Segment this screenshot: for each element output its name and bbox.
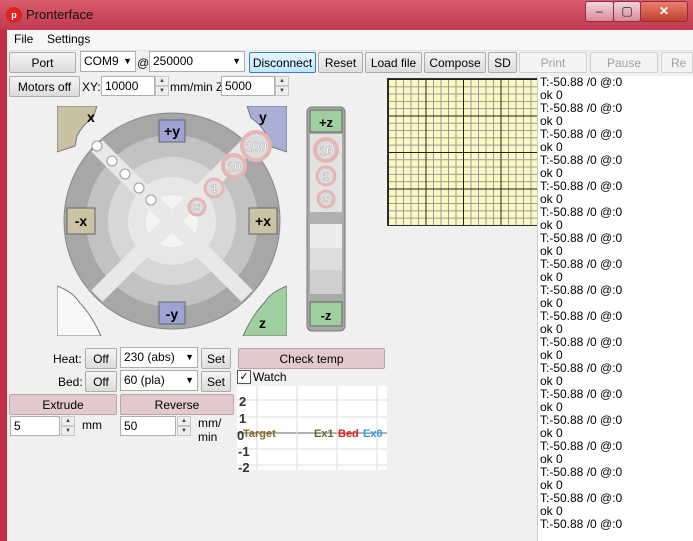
chevron-down-icon: ▼ [185,352,194,362]
step-0.1-label: 0.1 [191,203,203,212]
heat-label: Heat: [53,352,82,366]
extrude-feed-unit-2: min [198,430,218,444]
compose-button[interactable]: Compose [424,52,486,73]
watch-label: Watch [253,370,287,384]
at-label: @ [137,56,150,70]
minus-x-label: -x [75,213,88,229]
z-feed-input[interactable]: 5000 [221,76,275,96]
plus-x-label: +x [255,213,271,229]
legend-ex0: Ex0 [363,428,383,440]
bed-value: 60 (pla) [124,373,165,387]
z-step-10-label: 10 [319,144,333,158]
maximize-button[interactable]: ▢ [613,1,641,22]
baud-value: 250000 [153,54,194,68]
extrude-button[interactable]: Extrude [9,394,117,415]
temperature-graph: 2 1 0 -1 -2 Target Ex1 Bed Ex0 [237,386,387,475]
menu-settings[interactable]: Settings [47,32,90,46]
port-select[interactable]: COM9 ▼ [80,51,136,72]
z-feed-decrement[interactable]: ▼ [275,86,289,96]
heat-select[interactable]: 230 (abs) ▼ [120,347,198,368]
minus-z-label: -z [321,308,332,323]
title-bar: p Pronterface – ▢ ✕ [0,0,693,30]
window-title: Pronterface [26,7,94,22]
extrude-length-input[interactable]: 5 [10,416,60,436]
chevron-down-icon: ▼ [123,56,132,66]
heat-value: 230 (abs) [124,350,175,364]
step-1-label: 1 [211,183,217,195]
step-100-label: 100 [245,139,267,154]
plus-y-label: +y [164,123,180,139]
extrude-feed-increment[interactable]: ▲ [177,416,191,426]
load-file-button[interactable]: Load file [365,52,422,73]
z-feed-increment[interactable]: ▲ [275,76,289,86]
bed-select[interactable]: 60 (pla) ▼ [120,370,198,391]
reverse-button[interactable]: Reverse [120,394,234,415]
sd-button[interactable]: SD [488,52,517,73]
extrude-length-increment[interactable]: ▲ [61,416,75,426]
graph-target-label: Target [243,428,276,440]
xy-jog-control[interactable]: x y z +y -y -x +x 100 10 1 0.1 [57,106,287,336]
xy-feed-input[interactable]: 10000 [101,76,155,96]
bed-label: Bed: [58,375,83,389]
home-x-label: x [87,109,95,125]
menu-file[interactable]: File [14,32,33,46]
home-y-label: y [259,109,267,125]
check-temp-button[interactable]: Check temp [238,348,385,369]
graph-tick-2: 2 [239,394,247,409]
minus-y-label: -y [166,306,179,322]
reset-button[interactable]: Reset [318,52,363,73]
print-bed-grid[interactable] [387,78,539,226]
close-button[interactable]: ✕ [640,1,688,22]
z-step-1-label: 1 [323,171,329,183]
mm-min-z-label: mm/min Z: [170,80,227,94]
z-jog-control[interactable]: +z -z 10 1 0.1 [306,106,346,332]
menu-bar: File Settings [7,30,693,51]
extrude-feed-input[interactable]: 50 [120,416,176,436]
pause-button[interactable]: Pause [590,52,658,73]
motors-off-button[interactable]: Motors off [9,76,80,97]
graph-tick-minus-1: -1 [238,444,250,459]
disconnect-button[interactable]: Disconnect [249,52,316,73]
minimize-button[interactable]: – [585,1,614,22]
print-button[interactable]: Print [519,52,587,73]
heat-off-button[interactable]: Off [85,348,117,369]
bed-set-button[interactable]: Set [201,371,231,392]
xy-feed-increment[interactable]: ▲ [155,76,169,86]
home-z-label: z [259,315,266,331]
extrude-length-decrement[interactable]: ▼ [61,426,75,436]
recover-button[interactable]: Re [661,52,693,73]
legend-ex1: Ex1 [314,428,334,440]
console-log[interactable]: T:-50.88 /0 @:0 ok 0 T:-50.88 /0 @:0 ok 0 T:… [537,76,693,541]
legend-bed: Bed [338,428,359,440]
extrude-feed-decrement[interactable]: ▼ [177,426,191,436]
plus-z-label: +z [319,115,334,130]
chevron-down-icon: ▼ [232,56,241,66]
port-value: COM9 [84,54,119,68]
z-step-0.1-label: 0.1 [320,195,332,204]
main-window: File Settings Port COM9 ▼ @ 250000 ▼ Disco… [7,30,693,541]
watch-checkbox[interactable]: ✓ [237,370,251,384]
step-10-label: 10 [227,160,241,174]
console-line: T:-50.88 /0 @:0 [540,517,623,531]
xy-feed-decrement[interactable]: ▼ [155,86,169,96]
xy-feed-label: XY: [82,80,101,94]
port-button[interactable]: Port [9,52,76,73]
chevron-down-icon: ▼ [185,375,194,385]
extrude-feed-unit-1: mm/ [198,416,222,430]
graph-tick-minus-2: -2 [238,460,250,475]
app-icon: p [6,7,22,23]
baud-select[interactable]: 250000 ▼ [149,51,245,72]
bed-off-button[interactable]: Off [85,371,117,392]
graph-tick-1: 1 [239,411,247,426]
extrude-length-unit: mm [82,418,102,432]
heat-set-button[interactable]: Set [201,348,231,369]
